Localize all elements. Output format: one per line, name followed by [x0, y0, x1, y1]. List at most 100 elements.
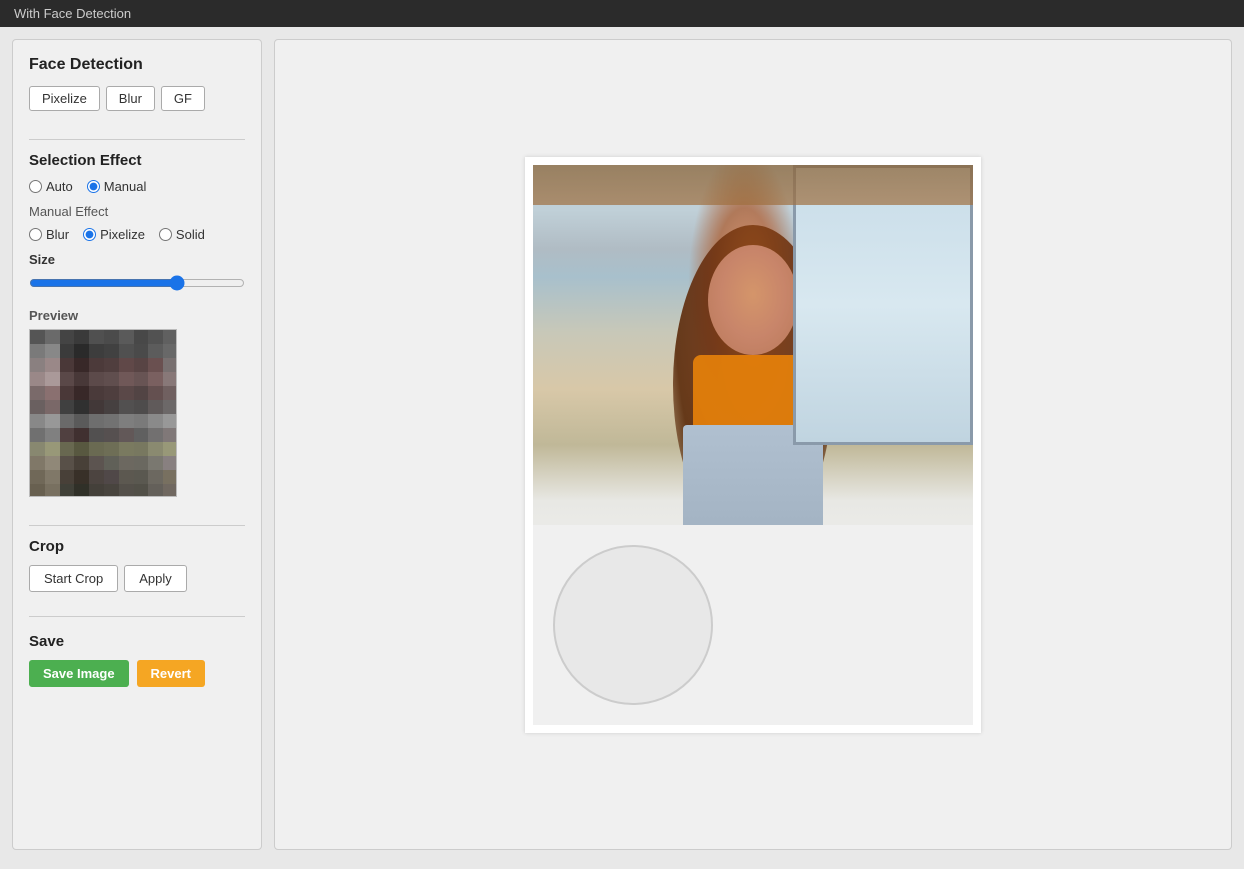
- pixel-cell-95: [104, 456, 119, 470]
- pixel-cell-88: [148, 442, 163, 456]
- pixel-cell-20: [30, 358, 45, 372]
- pixel-cell-101: [45, 470, 60, 484]
- pixel-cell-57: [134, 400, 149, 414]
- selection-effect-title: Selection Effect: [29, 152, 245, 169]
- pixel-cell-8: [148, 330, 163, 344]
- pixel-cell-56: [119, 400, 134, 414]
- pixel-cell-114: [89, 484, 104, 497]
- pixel-cell-93: [74, 456, 89, 470]
- pixel-cell-28: [148, 358, 163, 372]
- pixel-cell-30: [30, 372, 45, 386]
- manual-radio-label[interactable]: Manual: [87, 179, 147, 194]
- pixel-cell-53: [74, 400, 89, 414]
- size-label: Size: [29, 252, 245, 267]
- apply-button[interactable]: Apply: [124, 565, 187, 592]
- pixelize-effect-text: Pixelize: [100, 227, 145, 242]
- pixel-cell-106: [119, 470, 134, 484]
- top-bar: With Face Detection: [0, 0, 1244, 27]
- pixel-cell-118: [148, 484, 163, 497]
- size-slider[interactable]: [29, 275, 245, 291]
- pixel-cell-34: [89, 372, 104, 386]
- face-detection-title: Face Detection: [29, 56, 245, 74]
- pixel-cell-74: [89, 428, 104, 442]
- pixel-cell-108: [148, 470, 163, 484]
- start-crop-button[interactable]: Start Crop: [29, 565, 118, 592]
- pixel-cell-35: [104, 372, 119, 386]
- pixel-cell-9: [163, 330, 177, 344]
- pixel-cell-51: [45, 400, 60, 414]
- blur-effect-text: Blur: [46, 227, 69, 242]
- manual-radio[interactable]: [87, 180, 100, 193]
- crop-title: Crop: [29, 538, 245, 555]
- pixel-cell-59: [163, 400, 177, 414]
- pixel-cell-86: [119, 442, 134, 456]
- divider-3: [29, 616, 245, 617]
- pixel-cell-36: [119, 372, 134, 386]
- pixel-cell-42: [60, 386, 75, 400]
- solid-effect-label[interactable]: Solid: [159, 227, 205, 242]
- pixel-cell-90: [30, 456, 45, 470]
- pixel-cell-6: [119, 330, 134, 344]
- pixel-cell-87: [134, 442, 149, 456]
- pixel-cell-0: [30, 330, 45, 344]
- auto-radio-label[interactable]: Auto: [29, 179, 73, 194]
- save-title: Save: [29, 633, 245, 650]
- main-image: [533, 165, 973, 725]
- pixelize-effect-radio[interactable]: [83, 228, 96, 241]
- pixel-cell-73: [74, 428, 89, 442]
- pixel-cell-10: [30, 344, 45, 358]
- pixel-cell-71: [45, 428, 60, 442]
- manual-effect-options: Blur Pixelize Solid: [29, 227, 245, 242]
- auto-radio[interactable]: [29, 180, 42, 193]
- pixel-cell-11: [45, 344, 60, 358]
- pixel-cell-40: [30, 386, 45, 400]
- pixel-cell-3: [74, 330, 89, 344]
- pixelize-effect-label[interactable]: Pixelize: [83, 227, 145, 242]
- pixel-cell-104: [89, 470, 104, 484]
- pixel-cell-32: [60, 372, 75, 386]
- pixel-cell-48: [148, 386, 163, 400]
- save-image-button[interactable]: Save Image: [29, 660, 129, 687]
- pixel-cell-100: [30, 470, 45, 484]
- pixel-cell-107: [134, 470, 149, 484]
- pixel-cell-99: [163, 456, 177, 470]
- pixel-cell-98: [148, 456, 163, 470]
- pixel-cell-17: [134, 344, 149, 358]
- preview-box: [29, 329, 177, 497]
- blur-effect-radio[interactable]: [29, 228, 42, 241]
- pixel-cell-1: [45, 330, 60, 344]
- pixel-cell-82: [60, 442, 75, 456]
- blur-button[interactable]: Blur: [106, 86, 155, 111]
- preview-label: Preview: [29, 308, 245, 323]
- pixel-cell-45: [104, 386, 119, 400]
- selection-effect-options: Auto Manual: [29, 179, 245, 194]
- pixel-cell-25: [104, 358, 119, 372]
- pixel-cell-111: [45, 484, 60, 497]
- pixel-cell-75: [104, 428, 119, 442]
- pixel-cell-102: [60, 470, 75, 484]
- pixel-cell-83: [74, 442, 89, 456]
- pixel-cell-18: [148, 344, 163, 358]
- pixel-cell-37: [134, 372, 149, 386]
- pixelize-button[interactable]: Pixelize: [29, 86, 100, 111]
- size-slider-container: [29, 275, 245, 294]
- pixel-cell-41: [45, 386, 60, 400]
- gf-button[interactable]: GF: [161, 86, 205, 111]
- pixel-cell-19: [163, 344, 177, 358]
- solid-effect-radio[interactable]: [159, 228, 172, 241]
- pixel-cell-117: [134, 484, 149, 497]
- crop-buttons: Start Crop Apply: [29, 565, 245, 592]
- save-buttons: Save Image Revert: [29, 660, 245, 687]
- pixel-cell-61: [45, 414, 60, 428]
- pixel-cell-69: [163, 414, 177, 428]
- pixel-cell-94: [89, 456, 104, 470]
- blur-effect-label[interactable]: Blur: [29, 227, 69, 242]
- pixel-cell-58: [148, 400, 163, 414]
- pixel-cell-24: [89, 358, 104, 372]
- manual-effect-label: Manual Effect: [29, 204, 245, 219]
- pixel-cell-15: [104, 344, 119, 358]
- pixel-cell-109: [163, 470, 177, 484]
- pixel-cell-79: [163, 428, 177, 442]
- revert-button[interactable]: Revert: [137, 660, 205, 687]
- pixel-cell-63: [74, 414, 89, 428]
